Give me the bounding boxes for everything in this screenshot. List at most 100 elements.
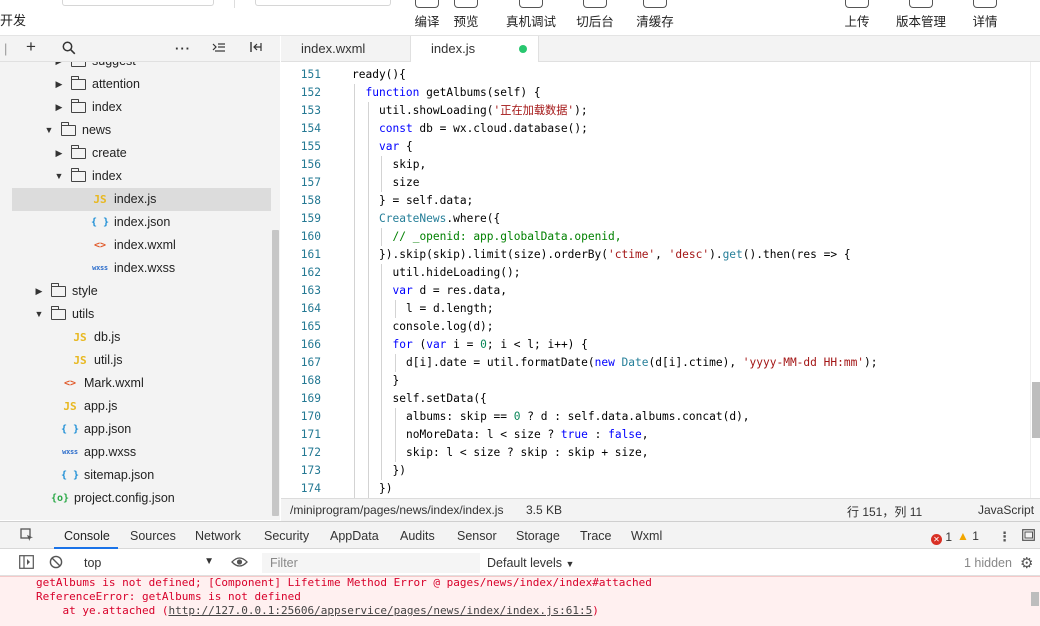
inspect-element-icon[interactable]: [20, 528, 34, 545]
chevron-down-icon[interactable]: ▼: [44, 119, 54, 142]
kebab-menu-icon[interactable]: ⋮: [998, 529, 1011, 545]
tree-item-project-config-json[interactable]: {o} project.config.json: [12, 487, 271, 510]
clear-cache-button[interactable]: 清缓存: [625, 0, 685, 36]
chevron-right-icon[interactable]: ▶: [34, 280, 44, 303]
tree-item-util-js[interactable]: JS util.js: [12, 349, 271, 372]
chevron-down-icon[interactable]: ▼: [34, 303, 44, 326]
code-line[interactable]: self.setData({: [393, 390, 487, 408]
code-line[interactable]: util.hideLoading();: [393, 264, 521, 282]
explorer-scrollbar[interactable]: [271, 62, 280, 520]
tree-item-app-json[interactable]: { } app.json: [12, 418, 271, 441]
code-line[interactable]: skip,: [393, 156, 427, 174]
code-line[interactable]: }: [393, 372, 400, 390]
chevron-down-icon[interactable]: ▼: [54, 165, 64, 188]
chevron-right-icon[interactable]: ▶: [54, 96, 64, 119]
tree-item-index-wxml[interactable]: <> index.wxml: [12, 234, 271, 257]
tree-item-utils[interactable]: ▼ utils: [12, 303, 271, 326]
code-line[interactable]: skip: l < size ? skip : skip + size,: [406, 444, 648, 462]
context-select[interactable]: top ▼: [78, 554, 216, 572]
more-icon[interactable]: ···: [175, 41, 191, 57]
live-expression-eye-icon[interactable]: [231, 555, 248, 572]
clear-console-icon[interactable]: [49, 555, 63, 572]
editor-scrollbar[interactable]: [1030, 62, 1040, 498]
console-scroll-thumb[interactable]: [1031, 592, 1039, 606]
tree-item-attention[interactable]: ▶ attention: [12, 73, 271, 96]
tree-item-create[interactable]: ▶ create: [12, 142, 271, 165]
code-line[interactable]: }): [379, 480, 392, 498]
stack-source-link[interactable]: http://127.0.0.1:25606/appservice/pages/…: [168, 604, 592, 617]
code-line[interactable]: albums: skip == 0 ? d : self.data.albums…: [406, 408, 750, 426]
language-mode[interactable]: JavaScript: [978, 503, 1034, 517]
tree-item-news[interactable]: ▼ news: [12, 119, 271, 142]
code-line[interactable]: const db = wx.cloud.database();: [379, 120, 588, 138]
tab-audits[interactable]: Audits: [400, 529, 435, 543]
tab-index-js[interactable]: index.js: [411, 36, 539, 63]
tab-trace[interactable]: Trace: [580, 529, 612, 543]
tree-item-suggest[interactable]: ▶ suggest: [12, 62, 271, 73]
tab-sources[interactable]: Sources: [130, 529, 176, 543]
code-line[interactable]: }): [393, 462, 406, 480]
code-editor[interactable]: 151 ready(){152 function getAlbums(self) {…: [281, 62, 1040, 498]
console-settings-gear-icon[interactable]: ⚙: [1020, 554, 1033, 572]
tree-item-index-js[interactable]: JS index.js: [12, 188, 271, 211]
tab-security[interactable]: Security: [264, 529, 309, 543]
upload-button[interactable]: 上传: [827, 0, 887, 36]
code-line[interactable]: CreateNews.where({: [379, 210, 500, 228]
console-scrollbar[interactable]: [1030, 576, 1040, 626]
code-line[interactable]: } = self.data;: [379, 192, 473, 210]
code-line[interactable]: }).skip(skip).limit(size).orderBy('ctime…: [379, 246, 851, 264]
dock-icon[interactable]: [1022, 529, 1035, 544]
chevron-right-icon[interactable]: ▶: [54, 62, 64, 73]
compile-select[interactable]: [255, 0, 391, 6]
cursor-position[interactable]: 行 151，列 11: [847, 503, 922, 520]
chevron-right-icon[interactable]: ▶: [54, 142, 64, 165]
version-management-button[interactable]: 版本管理: [890, 0, 952, 36]
tree-item-index-wxss[interactable]: wxss index.wxss: [12, 257, 271, 280]
code-line[interactable]: util.showLoading('正在加载数据');: [379, 102, 588, 120]
mode-select[interactable]: [62, 0, 214, 6]
show-sidebar-icon[interactable]: [19, 555, 34, 572]
search-icon[interactable]: [62, 41, 76, 59]
code-line[interactable]: ready(){: [352, 66, 406, 84]
tab-sensor[interactable]: Sensor: [457, 529, 497, 543]
tab-wxml[interactable]: Wxml: [631, 529, 662, 543]
add-icon[interactable]: +: [26, 38, 36, 55]
code-line[interactable]: console.log(d);: [393, 318, 494, 336]
remote-debug-button[interactable]: 真机调试: [500, 0, 562, 36]
code-line[interactable]: function getAlbums(self) {: [366, 84, 541, 102]
chevron-right-icon[interactable]: ▶: [54, 73, 64, 96]
tree-item-index[interactable]: ▶ index: [12, 96, 271, 119]
warning-count-badge[interactable]: ▲ 1: [957, 529, 979, 543]
tree-item-index-json[interactable]: { } index.json: [12, 211, 271, 234]
code-line[interactable]: var {: [379, 138, 413, 156]
tab-console[interactable]: Console: [64, 529, 110, 543]
editor-scroll-thumb[interactable]: [1032, 382, 1040, 438]
code-line[interactable]: for (var i = 0; i < l; i++) {: [393, 336, 588, 354]
tree-item-sitemap-json[interactable]: { } sitemap.json: [12, 464, 271, 487]
tab-storage[interactable]: Storage: [516, 529, 560, 543]
tab-appdata[interactable]: AppData: [330, 529, 379, 543]
tree-item-db-js[interactable]: JS db.js: [12, 326, 271, 349]
split-panel-icon[interactable]: [249, 41, 263, 57]
tree-item-style[interactable]: ▶ style: [12, 280, 271, 303]
code-line[interactable]: // _openid: app.globalData.openid,: [393, 228, 622, 246]
log-levels-select[interactable]: Default levels ▼: [487, 556, 574, 570]
collapse-all-icon[interactable]: [212, 41, 226, 57]
code-line[interactable]: var d = res.data,: [393, 282, 508, 300]
tree-item-mark-wxml[interactable]: <> Mark.wxml: [12, 372, 271, 395]
error-count-badge[interactable]: ✕ 1: [931, 530, 952, 545]
tab-index-wxml[interactable]: index.wxml: [281, 36, 411, 62]
tree-item-index[interactable]: ▼ index: [12, 165, 271, 188]
code-line[interactable]: d[i].date = util.formatDate(new Date(d[i…: [406, 354, 878, 372]
code-line[interactable]: l = d.length;: [406, 300, 494, 318]
details-button[interactable]: 详情: [955, 0, 1015, 36]
explorer-scroll-thumb[interactable]: [272, 230, 279, 516]
preview-button[interactable]: 预览: [436, 0, 496, 36]
console-filter-input[interactable]: [262, 553, 480, 573]
tab-network[interactable]: Network: [195, 529, 241, 543]
background-button[interactable]: 切后台: [565, 0, 625, 36]
tree-item-app-js[interactable]: JS app.js: [12, 395, 271, 418]
code-line[interactable]: size: [393, 174, 420, 192]
tree-item-app-wxss[interactable]: wxss app.wxss: [12, 441, 271, 464]
code-line[interactable]: noMoreData: l < size ? true : false,: [406, 426, 649, 444]
